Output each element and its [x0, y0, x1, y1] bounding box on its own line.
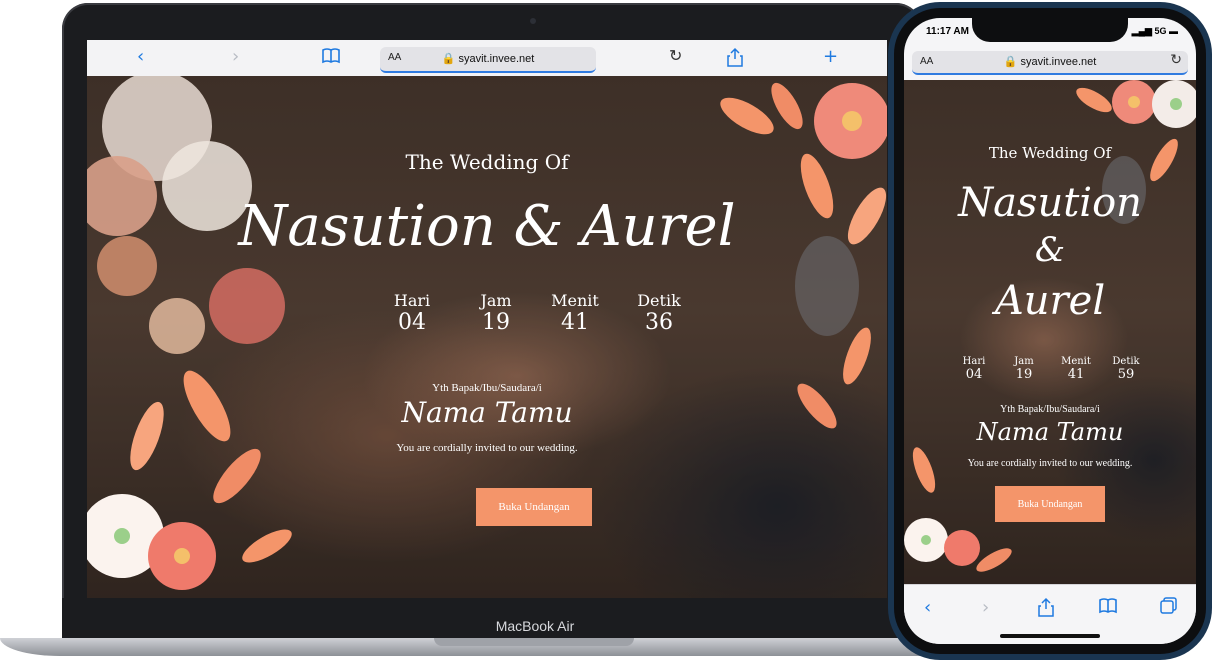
countdown-label: Hari	[962, 356, 986, 367]
countdown-minutes: Menit 41	[1056, 356, 1096, 382]
url-text: 🔒 syavit.invee.net	[1003, 56, 1097, 68]
book-icon[interactable]	[321, 47, 341, 70]
countdown-value: 19	[482, 310, 510, 335]
countdown-value: 59	[1117, 367, 1135, 382]
network-label: 5G	[1154, 26, 1167, 36]
reload-icon[interactable]: ↻	[669, 46, 682, 65]
tabs-icon[interactable]	[1160, 597, 1178, 620]
countdown-value: 41	[1067, 367, 1085, 382]
phone-screen: 11:17 AM ▂▄▆ 5G ▬ AA 🔒 syavit.invee.net …	[904, 18, 1196, 644]
couple-ampersand: &	[1034, 230, 1066, 270]
guest-name: Nama Tamu	[976, 418, 1124, 446]
countdown-seconds: Detik 59	[1108, 356, 1144, 382]
countdown-label: Hari	[393, 291, 431, 310]
couple-name-2: Aurel	[994, 278, 1106, 324]
countdown-days: Hari 04	[383, 291, 441, 335]
countdown-label: Jam	[1014, 356, 1034, 367]
share-icon[interactable]	[1038, 597, 1054, 622]
browser-toolbar: ‹ › AA 🔒 syavit.invee.net ↻ +	[87, 40, 887, 77]
share-icon[interactable]	[727, 47, 743, 72]
reload-icon[interactable]: ↻	[1170, 52, 1182, 68]
guest-name: Nama Tamu	[401, 396, 573, 429]
countdown-hours: Jam 19	[467, 291, 525, 335]
status-time: 11:17 AM	[926, 26, 969, 37]
chevron-right-icon[interactable]: ›	[232, 47, 239, 67]
invite-text: You are cordially invited to our wedding…	[396, 442, 578, 454]
url-value: syavit.invee.net	[1020, 56, 1097, 68]
couple-name-1: Nasution	[958, 180, 1142, 226]
status-network: ▂▄▆ 5G ▬	[1131, 26, 1178, 36]
wedding-subtitle: The Wedding Of	[988, 144, 1112, 162]
countdown-label: Detik	[637, 291, 681, 310]
invite-text: You are cordially invited to our wedding…	[967, 458, 1133, 469]
camera-icon	[530, 18, 536, 24]
countdown-seconds: Detik 36	[629, 291, 689, 335]
wedding-subtitle: The Wedding Of	[405, 150, 569, 174]
address-bar[interactable]: AA 🔒 syavit.invee.net	[380, 47, 596, 73]
chevron-right-icon[interactable]: ›	[982, 597, 989, 618]
countdown-days: Hari 04	[956, 356, 992, 382]
guest-greeting: Yth Bapak/Ibu/Saudara/i	[1000, 404, 1100, 415]
countdown-value: 36	[645, 310, 673, 335]
countdown-value: 04	[398, 310, 426, 335]
website-hero: The Wedding Of Nasution & Aurel Hari 04 …	[904, 80, 1196, 584]
countdown-value: 41	[561, 310, 589, 335]
url-text: 🔒 syavit.invee.net	[441, 53, 535, 65]
countdown-hours: Jam 19	[1006, 356, 1042, 382]
plus-icon[interactable]: +	[823, 47, 838, 67]
phone-notch	[972, 18, 1128, 42]
url-value: syavit.invee.net	[458, 53, 535, 65]
countdown-value: 19	[1015, 367, 1033, 382]
chevron-left-icon[interactable]: ‹	[924, 597, 931, 618]
countdown-label: Menit	[1061, 356, 1091, 367]
countdown-label: Jam	[480, 291, 512, 310]
open-invitation-button[interactable]: Buka Undangan	[476, 488, 592, 526]
website-hero: The Wedding Of Nasution & Aurel Hari 04 …	[87, 76, 887, 598]
couple-names: Nasution & Aurel	[238, 194, 736, 259]
open-invitation-button[interactable]: Buka Undangan	[995, 486, 1105, 522]
laptop-notch	[434, 638, 634, 646]
countdown-label: Detik	[1112, 356, 1140, 367]
guest-greeting: Yth Bapak/Ibu/Saudara/i	[432, 382, 542, 394]
chevron-left-icon[interactable]: ‹	[137, 47, 144, 67]
address-bar[interactable]: AA 🔒 syavit.invee.net ↻	[912, 51, 1188, 75]
countdown-minutes: Menit 41	[545, 291, 605, 335]
countdown-label: Menit	[551, 291, 599, 310]
book-icon[interactable]	[1098, 597, 1118, 620]
home-indicator[interactable]	[1000, 634, 1100, 638]
countdown-value: 04	[965, 367, 983, 382]
laptop-screen: ‹ › AA 🔒 syavit.invee.net ↻ + The Weddin…	[87, 40, 887, 598]
